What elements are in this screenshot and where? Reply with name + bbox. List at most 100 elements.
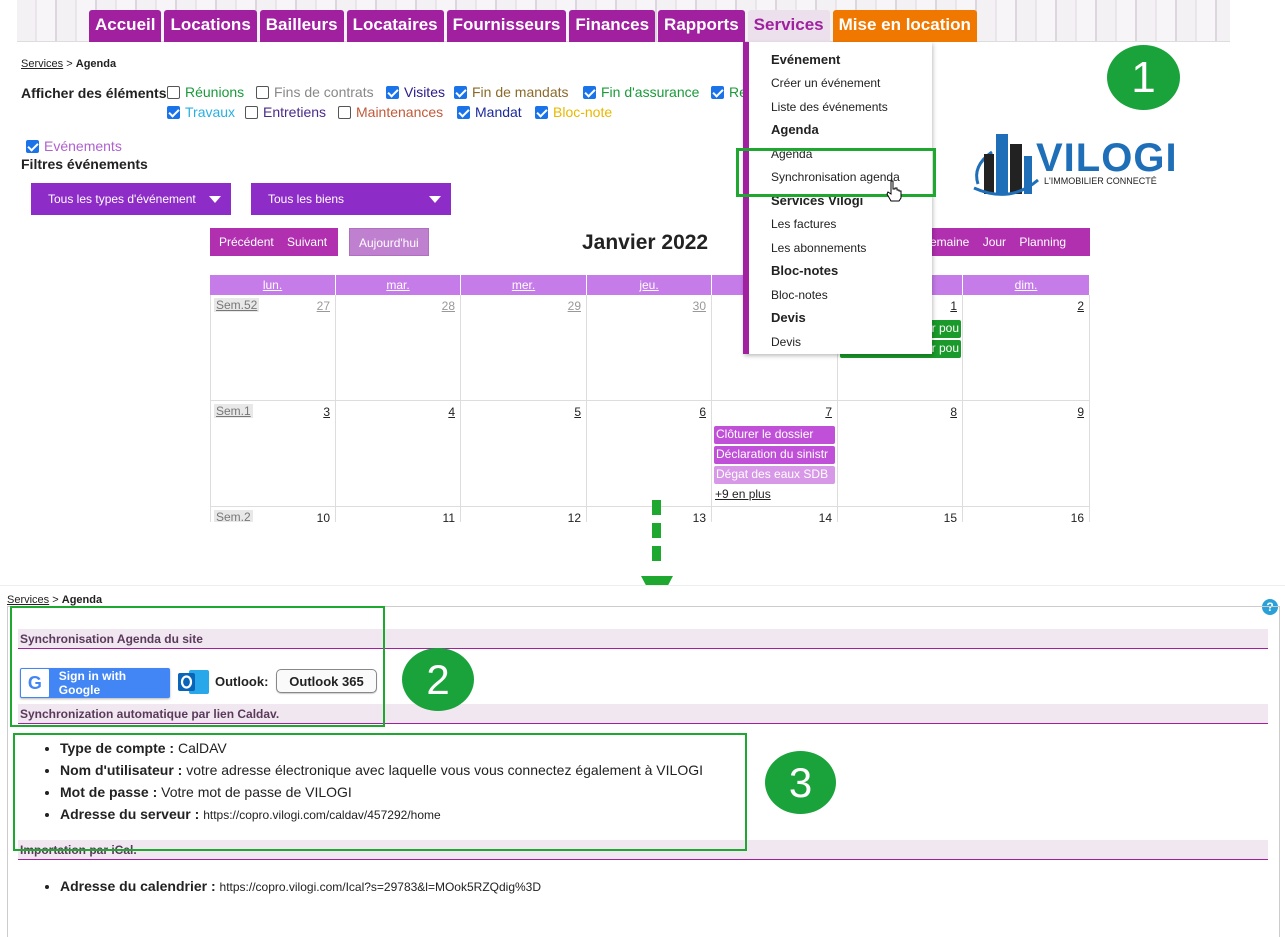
nav-tab-finances[interactable]: Finances bbox=[569, 10, 656, 42]
nav-tab-locations[interactable]: Locations bbox=[164, 10, 257, 42]
day-number[interactable]: 16 bbox=[1071, 511, 1084, 522]
nav-tab-locataires[interactable]: Locataires bbox=[346, 10, 444, 42]
day-header[interactable]: jeu. bbox=[587, 275, 712, 295]
checkbox-checked[interactable] bbox=[711, 85, 724, 99]
calendar-day-cell[interactable]: Sem.1 3 bbox=[210, 401, 336, 507]
calendar-day-cell[interactable]: 5 bbox=[461, 401, 587, 507]
checkbox-checked[interactable] bbox=[457, 105, 470, 119]
calendar-day-cell[interactable]: 15 bbox=[838, 507, 963, 522]
view-planning-button[interactable]: Planning bbox=[1019, 235, 1066, 249]
day-number[interactable]: 3 bbox=[323, 405, 330, 419]
view-day-button[interactable]: Jour bbox=[983, 235, 1006, 249]
nav-tab-services[interactable]: Services bbox=[747, 10, 830, 42]
day-number[interactable]: 10 bbox=[317, 511, 330, 522]
prev-button[interactable]: Précédent bbox=[219, 235, 274, 249]
checkbox[interactable] bbox=[256, 85, 269, 99]
nav-tab-accueil[interactable]: Accueil bbox=[89, 10, 162, 42]
day-number[interactable]: 15 bbox=[944, 511, 957, 522]
filter-reunions[interactable]: Réunions bbox=[167, 84, 244, 100]
checkbox-checked[interactable] bbox=[535, 105, 548, 119]
calendar-day-cell[interactable]: 12 bbox=[461, 507, 587, 522]
day-header[interactable]: mar. bbox=[336, 275, 461, 295]
filter-visites[interactable]: Visites bbox=[386, 84, 445, 100]
week-label[interactable]: Sem.1 bbox=[214, 404, 253, 418]
filter-mandat[interactable]: Mandat bbox=[457, 104, 522, 120]
day-number[interactable]: 28 bbox=[442, 299, 455, 313]
day-number[interactable]: 13 bbox=[693, 511, 706, 522]
day-number[interactable]: 30 bbox=[693, 299, 706, 313]
checkbox-checked[interactable] bbox=[167, 105, 180, 119]
breadcrumb-services-link[interactable]: Services bbox=[7, 594, 49, 606]
filter-fin-assurance[interactable]: Fin d'assurance bbox=[583, 84, 699, 100]
property-dropdown[interactable]: Tous les biens bbox=[251, 183, 451, 215]
nav-tab-mise-en-location[interactable]: Mise en location bbox=[832, 10, 977, 42]
checkbox-checked[interactable] bbox=[26, 139, 39, 153]
filter-re[interactable]: Re bbox=[711, 84, 747, 100]
filter-travaux[interactable]: Travaux bbox=[167, 104, 235, 120]
checkbox[interactable] bbox=[167, 85, 180, 99]
day-number[interactable]: 2 bbox=[1077, 299, 1084, 313]
calendar-day-cell[interactable]: 29 bbox=[461, 295, 587, 401]
calendar-day-cell[interactable]: 2 bbox=[963, 295, 1090, 401]
calendar-day-cell[interactable]: 11 bbox=[336, 507, 461, 522]
day-number[interactable]: 1 bbox=[950, 299, 957, 313]
calendar-day-cell[interactable]: 9 bbox=[963, 401, 1090, 507]
filter-bloc-note[interactable]: Bloc-note bbox=[535, 104, 612, 120]
calendar-event[interactable]: Dégat des eaux SDB bbox=[714, 466, 835, 484]
today-button[interactable]: Aujourd'hui bbox=[349, 228, 429, 256]
day-number[interactable]: 11 bbox=[443, 511, 455, 522]
day-number[interactable]: 4 bbox=[448, 405, 455, 419]
day-number[interactable]: 9 bbox=[1077, 405, 1084, 419]
event-type-dropdown[interactable]: Tous les types d'événement bbox=[31, 183, 231, 215]
day-header[interactable]: lun. bbox=[210, 275, 336, 295]
breadcrumb-services-link[interactable]: Services bbox=[21, 58, 63, 70]
calendar-day-cell[interactable]: Sem.52 27 bbox=[210, 295, 336, 401]
next-button[interactable]: Suivant bbox=[287, 235, 327, 249]
menu-item-abonnements[interactable]: Les abonnements bbox=[771, 241, 866, 255]
filter-maintenances[interactable]: Maintenances bbox=[338, 104, 443, 120]
nav-tab-rapports[interactable]: Rapports bbox=[658, 10, 745, 42]
checkbox-checked[interactable] bbox=[386, 85, 399, 99]
calendar-address[interactable]: https://copro.vilogi.com/Ical?s=29783&l=… bbox=[220, 880, 542, 894]
filter-entretiens[interactable]: Entretiens bbox=[245, 104, 326, 120]
menu-item-bloc-notes[interactable]: Bloc-notes bbox=[771, 288, 828, 302]
nav-tab-fournisseurs[interactable]: Fournisseurs bbox=[446, 10, 567, 42]
calendar-day-cell[interactable]: 13 bbox=[587, 507, 712, 522]
filter-evenements[interactable]: Evénements bbox=[26, 138, 122, 154]
filter-fins-de-contrats[interactable]: Fins de contrats bbox=[256, 84, 374, 100]
week-label[interactable]: Sem.52 bbox=[214, 298, 260, 312]
calendar-day-cell[interactable]: 7 Clôturer le dossier Déclaration du sin… bbox=[712, 401, 838, 507]
day-header[interactable]: dim. bbox=[963, 275, 1090, 295]
day-number[interactable]: 29 bbox=[568, 299, 581, 313]
calendar-event[interactable]: Clôturer le dossier bbox=[714, 426, 835, 444]
checkbox-checked[interactable] bbox=[454, 85, 467, 99]
day-number[interactable]: 8 bbox=[950, 405, 957, 419]
day-number[interactable]: 14 bbox=[819, 511, 832, 522]
menu-item-devis[interactable]: Devis bbox=[771, 335, 801, 349]
calendar-day-cell[interactable]: 28 bbox=[336, 295, 461, 401]
calendar-event[interactable]: Déclaration du sinistr bbox=[714, 446, 835, 464]
menu-item-liste-evenements[interactable]: Liste des événements bbox=[771, 100, 888, 114]
menu-item-creer-evenement[interactable]: Créer un événement bbox=[771, 76, 880, 90]
checkbox[interactable] bbox=[338, 105, 351, 119]
day-number[interactable]: 6 bbox=[699, 405, 706, 419]
calendar-day-cell[interactable]: Sem.2 10 bbox=[210, 507, 336, 522]
calendar-day-cell[interactable]: 30 bbox=[587, 295, 712, 401]
calendar-day-cell[interactable]: 16 bbox=[963, 507, 1090, 522]
checkbox[interactable] bbox=[245, 105, 258, 119]
calendar-day-cell[interactable]: 6 bbox=[587, 401, 712, 507]
calendar-day-cell[interactable]: 4 bbox=[336, 401, 461, 507]
checkbox-checked[interactable] bbox=[583, 85, 596, 99]
day-number[interactable]: 27 bbox=[317, 299, 330, 313]
week-label[interactable]: Sem.2 bbox=[214, 510, 253, 522]
day-number[interactable]: 5 bbox=[574, 405, 581, 419]
view-week-button[interactable]: emaine bbox=[930, 235, 969, 249]
more-events-link[interactable]: +9 en plus bbox=[715, 487, 771, 501]
day-number[interactable]: 12 bbox=[568, 511, 581, 522]
calendar-day-cell[interactable]: 14 bbox=[712, 507, 838, 522]
day-number[interactable]: 7 bbox=[825, 405, 832, 419]
menu-item-factures[interactable]: Les factures bbox=[771, 217, 836, 231]
day-header[interactable]: mer. bbox=[461, 275, 587, 295]
filter-fin-de-mandats[interactable]: Fin de mandats bbox=[454, 84, 569, 100]
nav-tab-bailleurs[interactable]: Bailleurs bbox=[259, 10, 344, 42]
